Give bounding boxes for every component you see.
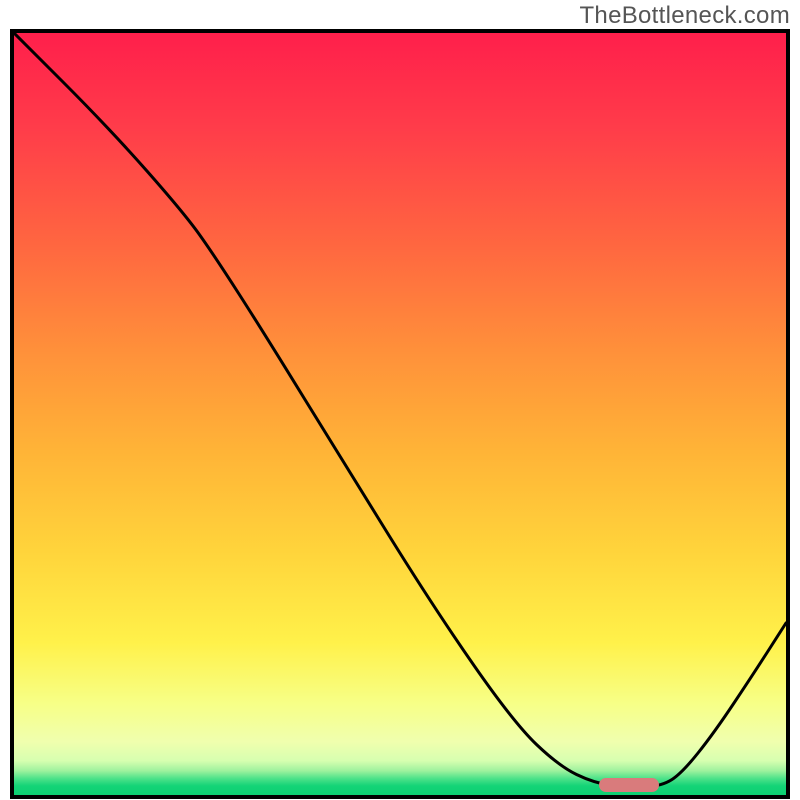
highlight-bar (599, 778, 659, 792)
watermark-text: TheBottleneck.com (579, 2, 790, 30)
plot-area (10, 29, 790, 799)
chart-frame: TheBottleneck.com (0, 0, 800, 800)
bottleneck-curve (14, 33, 786, 795)
